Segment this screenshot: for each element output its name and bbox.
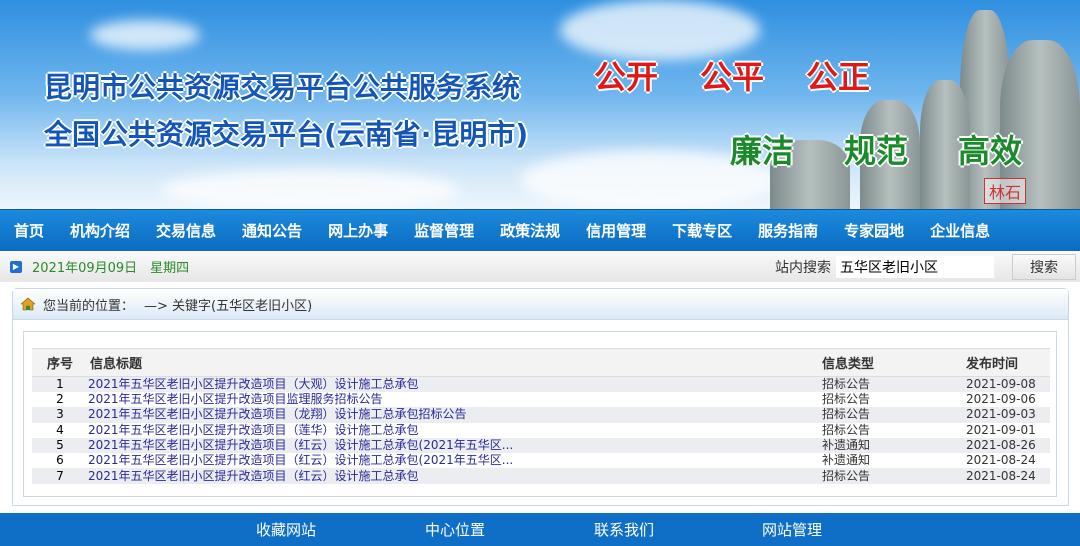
header-banner: 昆明市公共资源交易平台公共服务系统 全国公共资源交易平台(云南省·昆明市) 公开… [0, 0, 1080, 209]
row-number: 4 [56, 422, 64, 437]
search-label: 站内搜索 [775, 259, 831, 276]
footer-link[interactable]: 联系我们 [594, 519, 654, 540]
table-row: 5 2021年五华区老旧小区提升改造项目（红云）设计施工总承包(2021年五华区.… [32, 437, 1050, 454]
slogan: 规范 [844, 132, 909, 170]
arrow-icon: ▶ [10, 260, 22, 273]
table-row: 7 2021年五华区老旧小区提升改造项目（红云）设计施工总承包 招标公告 2021-0… [32, 468, 1050, 484]
row-date: 2021-09-08 [966, 376, 1050, 392]
slogan: 高效 [958, 132, 1023, 170]
row-title-link[interactable]: 2021年五华区老旧小区提升改造项目（红云）设计施工总承包(2021年五华区..… [88, 437, 822, 454]
footer-link[interactable]: 收藏网站 [256, 519, 316, 540]
row-date: 2021-09-01 [966, 422, 1036, 437]
current-date: 2021年09月09日 星期四 [32, 261, 190, 276]
main-nav: 首页 机构介绍 交易信息 通知公告 网上办事 监督管理 政策法规 信用管理 下载专区 服务指南 专家… [0, 209, 1080, 251]
site-subtitle: 全国公共资源交易平台(云南省·昆明市) [44, 118, 529, 151]
nav-item[interactable]: 企业信息 [930, 220, 990, 241]
row-number: 3 [32, 407, 88, 423]
nav-item[interactable]: 机构介绍 [70, 220, 130, 241]
row-type: 招标公告 [822, 407, 966, 423]
table-row: 6 2021年五华区老旧小区提升改造项目（红云）设计施工总承包(2021年五华区.… [32, 453, 1050, 468]
row-number: 7 [32, 468, 88, 484]
row-title-link[interactable]: 2021年五华区老旧小区提升改造项目（大观）设计施工总承包 [88, 376, 822, 392]
row-title-link[interactable]: 2021年五华区老旧小区提升改造项目（红云）设计施工总承包 [88, 468, 822, 484]
row-date: 2021-09-06 [966, 392, 1036, 407]
search-input[interactable] [836, 256, 994, 278]
header-no: 序号 [32, 348, 88, 377]
row-date: 2021-08-24 [966, 468, 1050, 484]
table-row: 4 2021年五华区老旧小区提升改造项目（莲华）设计施工总承包 招标公告 2021-0… [32, 423, 1050, 438]
nav-item[interactable]: 首页 [14, 220, 44, 241]
row-title-link[interactable]: 2021年五华区老旧小区提升改造项目（红云）设计施工总承包(2021年五华区..… [88, 453, 822, 468]
row-type: 招标公告 [822, 392, 871, 407]
row-type: 招标公告 [822, 422, 871, 437]
nav-item[interactable]: 监督管理 [414, 220, 474, 241]
row-type: 招标公告 [822, 468, 966, 484]
header-type: 信息类型 [822, 348, 966, 377]
row-title-link[interactable]: 2021年五华区老旧小区提升改造项目（龙翔）设计施工总承包招标公告 [88, 407, 822, 423]
seal-logo: 林石 [984, 178, 1027, 204]
slogan: 公平 [700, 58, 765, 96]
footer-link[interactable]: 网站管理 [762, 519, 822, 540]
row-type: 补遗通知 [822, 437, 966, 454]
breadcrumb-label: 您当前的位置： [43, 298, 135, 314]
nav-item[interactable]: 交易信息 [156, 220, 216, 241]
row-date: 2021-09-03 [966, 407, 1050, 423]
row-title-link[interactable]: 2021年五华区老旧小区提升改造项目监理服务招标公告 [88, 392, 822, 407]
table-row: 1 2021年五华区老旧小区提升改造项目（大观）设计施工总承包 招标公告 2021-0… [32, 376, 1050, 392]
nav-item[interactable]: 专家园地 [844, 220, 904, 241]
results-table: 序号 信息标题 信息类型 发布时间 1 2021年五华区老旧小区提升改造项目（大观… [32, 348, 1050, 484]
table-row: 2 2021年五华区老旧小区提升改造项目监理服务招标公告 招标公告 2021-09-0… [32, 392, 1050, 407]
info-bar: ▶ 2021年09月09日 星期四 站内搜索 搜索 [0, 251, 1080, 282]
site-title: 昆明市公共资源交易平台公共服务系统 [44, 71, 521, 104]
nav-item[interactable]: 政策法规 [500, 220, 560, 241]
results-panel: 您当前的位置： —> 关键字(五华区老旧小区) 序号 信息标题 信息类型 发布时… [12, 288, 1069, 506]
slogan: 公正 [806, 58, 871, 96]
row-title-link[interactable]: 2021年五华区老旧小区提升改造项目（莲华）设计施工总承包 [88, 423, 822, 438]
row-number: 5 [32, 437, 88, 454]
breadcrumb-path: —> 关键字(五华区老旧小区) [144, 298, 313, 314]
footer: 收藏网站 中心位置 联系我们 网站管理 [0, 513, 1080, 546]
row-type: 招标公告 [822, 376, 966, 392]
row-number: 2 [56, 392, 64, 407]
nav-item[interactable]: 下载专区 [672, 220, 732, 241]
nav-item[interactable]: 通知公告 [242, 220, 302, 241]
breadcrumb: 您当前的位置： —> 关键字(五华区老旧小区) [13, 289, 1068, 320]
row-type: 补遗通知 [822, 453, 871, 468]
row-date: 2021-08-26 [966, 437, 1050, 454]
footer-link[interactable]: 中心位置 [425, 519, 485, 540]
row-date: 2021-08-24 [966, 453, 1036, 468]
row-number: 6 [56, 453, 64, 468]
home-icon [21, 297, 35, 311]
nav-item[interactable]: 网上办事 [328, 220, 388, 241]
slogan: 廉洁 [730, 132, 795, 170]
slogan: 公开 [594, 58, 659, 96]
nav-item[interactable]: 服务指南 [758, 220, 818, 241]
header-date: 发布时间 [966, 348, 1050, 377]
row-number: 1 [32, 376, 88, 392]
search-button[interactable]: 搜索 [1012, 254, 1076, 280]
header-title: 信息标题 [88, 348, 822, 377]
table-row: 3 2021年五华区老旧小区提升改造项目（龙翔）设计施工总承包招标公告 招标公告 20… [32, 407, 1050, 423]
nav-item[interactable]: 信用管理 [586, 220, 646, 241]
